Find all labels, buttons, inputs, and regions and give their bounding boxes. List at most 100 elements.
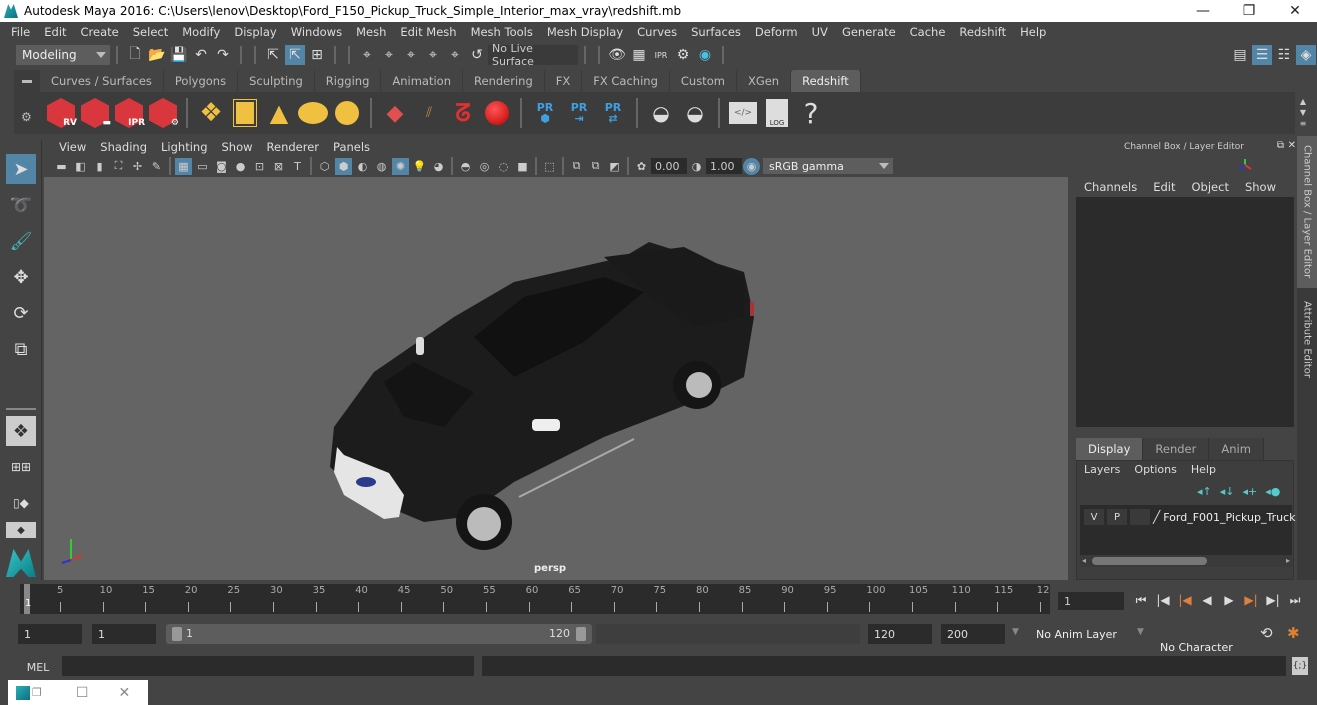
dome-light-button[interactable]: [297, 97, 329, 129]
layer-display-type-toggle[interactable]: [1130, 509, 1150, 525]
select-object-icon[interactable]: ⇱: [285, 45, 305, 65]
range-start-handle[interactable]: [172, 627, 182, 641]
two-d-pan-icon[interactable]: ✢: [129, 158, 146, 175]
step-back-frame-button[interactable]: |◀: [1152, 593, 1174, 607]
undo-icon[interactable]: ↶: [191, 45, 211, 65]
select-component-icon[interactable]: ⊞: [307, 45, 327, 65]
move-layer-down-icon[interactable]: ◂↓: [1220, 485, 1235, 498]
shelf-tab-rigging[interactable]: Rigging: [314, 70, 382, 92]
ies-light-button[interactable]: ▲: [263, 97, 295, 129]
play-forwards-button[interactable]: ▶: [1218, 593, 1240, 607]
command-language-label[interactable]: MEL: [16, 658, 60, 676]
shelf-scroll[interactable]: ▲ ▼ ≡: [1296, 96, 1310, 130]
log-button[interactable]: LOG: [761, 97, 793, 129]
redo-icon[interactable]: ↷: [213, 45, 233, 65]
shadows-icon[interactable]: ◕: [430, 158, 447, 175]
tab-channel-box-layer-editor[interactable]: Channel Box / Layer Editor: [1297, 136, 1317, 288]
render-settings-icon[interactable]: ⚙: [673, 45, 693, 65]
menu-uv[interactable]: UV: [805, 25, 835, 39]
layer-list-horizontal-scrollbar[interactable]: ◂ ▸: [1080, 555, 1292, 567]
script-editor-icon[interactable]: {;}: [1292, 657, 1308, 675]
menu-modify[interactable]: Modify: [175, 25, 227, 39]
bake-set-button[interactable]: ◒: [645, 97, 677, 129]
menu-create[interactable]: Create: [74, 25, 126, 39]
perspective-viewport[interactable]: persp: [44, 177, 1068, 580]
range-end-handle[interactable]: [576, 627, 586, 641]
close-button[interactable]: ✕: [1272, 0, 1317, 22]
stacked-layout[interactable]: ◆: [6, 522, 36, 538]
snap-curve-icon[interactable]: ⌖: [379, 45, 399, 65]
menu-redshift[interactable]: Redshift: [952, 25, 1013, 39]
maximize-small-icon[interactable]: ☐: [76, 685, 89, 701]
render-frame-icon[interactable]: ▦: [629, 45, 649, 65]
xray-joints-icon[interactable]: ⧉: [568, 158, 585, 175]
xray-icon[interactable]: ◍: [373, 158, 390, 175]
channel-box-menu-edit[interactable]: Edit: [1145, 180, 1183, 194]
bake-button[interactable]: ◒: [679, 97, 711, 129]
camera-select-icon[interactable]: ▬: [53, 158, 70, 175]
exposure-field[interactable]: 0.00: [651, 158, 687, 174]
layer-name[interactable]: Ford_F001_Pickup_Truck: [1163, 511, 1295, 524]
go-to-start-button[interactable]: ⏮: [1130, 593, 1152, 608]
snap-view-plane-icon[interactable]: ⌖: [423, 45, 443, 65]
select-hierarchy-icon[interactable]: ⇱: [263, 45, 283, 65]
shelf-tab-animation[interactable]: Animation: [381, 70, 464, 92]
screen-space-ao-icon[interactable]: ◓: [457, 158, 474, 175]
menu-edit-mesh[interactable]: Edit Mesh: [393, 25, 463, 39]
tab-attribute-editor[interactable]: Attribute Editor: [1297, 294, 1317, 384]
anim-layer-dropdown[interactable]: No Anim Layer: [1030, 624, 1126, 644]
film-gate-icon[interactable]: ▭: [194, 158, 211, 175]
shelf-tab-redshift[interactable]: Redshift: [791, 70, 861, 92]
scroll-left-icon[interactable]: ◂: [1082, 556, 1086, 565]
field-chart-icon[interactable]: ⊡: [251, 158, 268, 175]
snap-point-icon[interactable]: ⌖: [401, 45, 421, 65]
menu-surfaces[interactable]: Surfaces: [684, 25, 748, 39]
close-small-icon[interactable]: ✕: [118, 685, 130, 701]
menu-mesh[interactable]: Mesh: [349, 25, 393, 39]
menu-generate[interactable]: Generate: [835, 25, 903, 39]
current-frame-field[interactable]: 1: [1058, 592, 1124, 610]
layer-menu-help[interactable]: Help: [1184, 463, 1223, 476]
shelf-tab-custom[interactable]: Custom: [669, 70, 737, 92]
area-light-button[interactable]: ❖: [195, 97, 227, 129]
isolate-select-icon[interactable]: ⬚: [541, 158, 558, 175]
shelf-tab-fx[interactable]: FX: [544, 70, 583, 92]
select-tool[interactable]: ➤: [6, 154, 36, 184]
menu-curves[interactable]: Curves: [630, 25, 684, 39]
attribute-editor-toggle-icon[interactable]: ☰: [1252, 45, 1272, 65]
layer-tab-anim[interactable]: Anim: [1209, 438, 1264, 460]
motion-blur-icon[interactable]: ◎: [476, 158, 493, 175]
manipulator-icon[interactable]: [1238, 158, 1252, 172]
snap-surface-icon[interactable]: ↺: [467, 45, 487, 65]
safe-title-icon[interactable]: T: [289, 158, 306, 175]
use-all-lights-icon[interactable]: 💡: [411, 158, 428, 175]
sun-sky-button[interactable]: [331, 97, 363, 129]
script-editor-button[interactable]: </>: [727, 97, 759, 129]
viewport-menu-panels[interactable]: Panels: [326, 140, 377, 154]
menu-deform[interactable]: Deform: [748, 25, 805, 39]
rs-ipr-button[interactable]: IPR: [113, 97, 145, 129]
scroll-right-icon[interactable]: ▸: [1286, 556, 1290, 565]
play-backwards-button[interactable]: ◀: [1196, 593, 1218, 607]
ipr-render-icon[interactable]: IPR: [651, 45, 671, 65]
help-button[interactable]: ?: [795, 97, 827, 130]
hypershade-icon[interactable]: ◉: [695, 45, 715, 65]
depth-of-field-icon[interactable]: ■: [514, 158, 531, 175]
gamma-field[interactable]: 1.00: [706, 158, 742, 174]
menu-cache[interactable]: Cache: [903, 25, 953, 39]
xray-active-icon[interactable]: ⧉: [587, 158, 604, 175]
pr-swap-button[interactable]: PR ⇄: [597, 97, 629, 129]
wireframe-on-shaded-icon[interactable]: ◐: [354, 158, 371, 175]
start-time-field[interactable]: 1: [18, 624, 82, 644]
viewport-menu-shading[interactable]: Shading: [93, 140, 154, 154]
scrollbar-thumb[interactable]: [1092, 557, 1207, 565]
end-time-field[interactable]: 200: [941, 624, 1005, 644]
rs-volume-button[interactable]: ᘔ: [447, 97, 479, 129]
move-tool[interactable]: ✥: [6, 262, 36, 292]
rotate-tool[interactable]: ⟳: [6, 298, 36, 328]
render-view-icon[interactable]: 👁: [607, 45, 627, 65]
channel-box-menu-channels[interactable]: Channels: [1076, 180, 1145, 194]
anti-aliasing-icon[interactable]: ◌: [495, 158, 512, 175]
viewport-menu-view[interactable]: View: [52, 140, 93, 154]
textured-icon[interactable]: ✺: [392, 157, 409, 175]
